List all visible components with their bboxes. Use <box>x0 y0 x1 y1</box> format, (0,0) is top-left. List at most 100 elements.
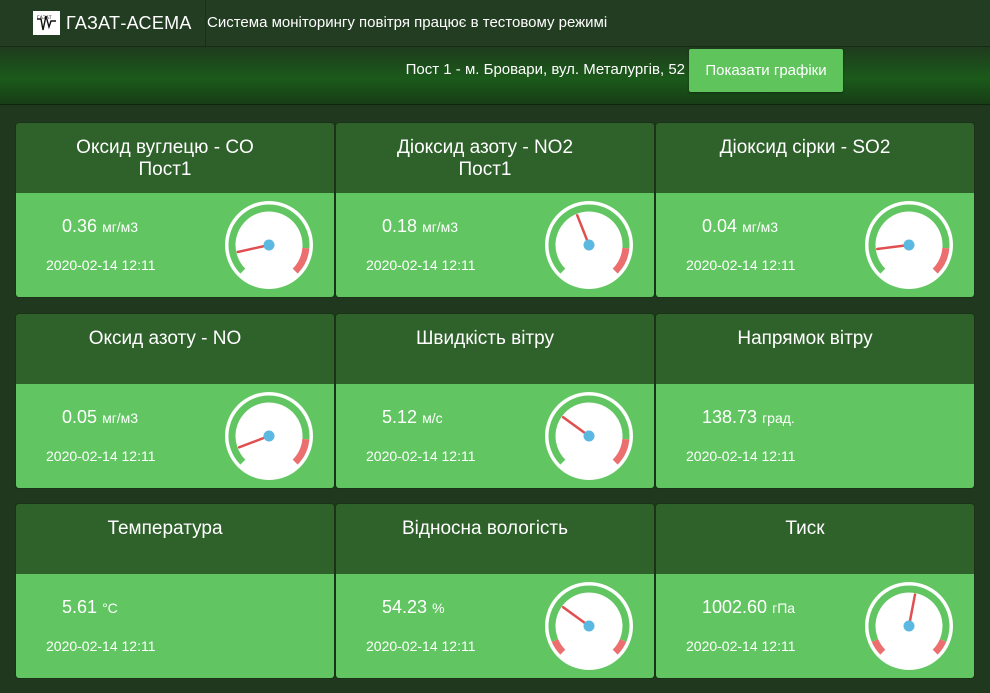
card-body: 1002.60 гПа 2020-02-14 12:11 <box>656 574 974 678</box>
reading-timestamp: 2020-02-14 12:11 <box>686 257 796 273</box>
card-body: 138.73 град. 2020-02-14 12:11 <box>656 384 974 488</box>
card-title-line2: Пост1 <box>138 159 192 180</box>
card-body: 54.23 % 2020-02-14 12:11 <box>336 574 654 678</box>
gauge-hub <box>583 239 595 251</box>
sensor-card: Напрямок вітру 138.73 град. 2020-02-14 12:… <box>656 314 974 488</box>
reading-value: 0.18 <box>382 216 418 236</box>
reading-value: 138.73 <box>702 407 758 427</box>
card-title-line1: Діоксид сірки - SO2 <box>719 137 891 158</box>
card-title: Температура <box>16 518 334 540</box>
card-header: Діоксид сірки - SO2 <box>656 123 974 194</box>
card-title-line1: Напрямок вітру <box>737 328 873 349</box>
reading-timestamp: 2020-02-14 12:11 <box>686 448 796 464</box>
card-title: Діоксид азоту - NO2 Пост1 <box>336 137 654 181</box>
logo-text: ГАЗАТ <box>37 15 52 21</box>
sensor-card: Тиск 1002.60 гПа 2020-02-14 12:11 <box>656 504 974 678</box>
card-header: Температура <box>16 504 334 575</box>
card-title: Оксид азоту - NO <box>16 328 334 350</box>
reading-value: 5.61 <box>62 597 98 617</box>
card-body: 5.12 м/с 2020-02-14 12:11 <box>336 384 654 488</box>
reading-value: 0.05 <box>62 407 98 427</box>
card-title: Напрямок вітру <box>656 328 974 350</box>
card-body: 0.36 мг/м3 2020-02-14 12:11 <box>16 193 334 297</box>
reading: 0.36 мг/м3 <box>62 216 138 237</box>
sensor-card: Температура 5.61 °C 2020-02-14 12:11 <box>16 504 334 678</box>
brand-logo: ГАЗАТ <box>33 11 60 35</box>
sensor-card: Відносна вологість 54.23 % 2020-02-14 12:1… <box>336 504 654 678</box>
sensor-card: Оксид вуглецю - CO Пост1 0.36 мг/м3 2020-02… <box>16 123 334 297</box>
brand-title: ГАЗАТ-АСЕМА <box>66 12 192 33</box>
card-title-line1: Відносна вологість <box>401 518 569 539</box>
card-body: 0.18 мг/м3 2020-02-14 12:11 <box>336 193 654 297</box>
reading-timestamp: 2020-02-14 12:11 <box>366 257 476 273</box>
reading-value: 5.12 <box>382 407 418 427</box>
reading-unit: мг/м3 <box>102 219 139 235</box>
card-title: Діоксид сірки - SO2 <box>656 137 974 159</box>
reading-unit: град. <box>762 410 795 426</box>
card-title: Оксид вуглецю - CO Пост1 <box>16 137 334 181</box>
gauge-hub <box>903 620 915 632</box>
reading: 0.18 мг/м3 <box>382 216 458 237</box>
card-title-line1: Швидкість вітру <box>416 328 554 349</box>
card-body: 0.04 мг/м3 2020-02-14 12:11 <box>656 193 974 297</box>
reading-timestamp: 2020-02-14 12:11 <box>686 638 796 654</box>
sensor-card: Діоксид азоту - NO2 Пост1 0.18 мг/м3 2020-0… <box>336 123 654 297</box>
reading-timestamp: 2020-02-14 12:11 <box>366 448 476 464</box>
reading: 0.04 мг/м3 <box>702 216 778 237</box>
system-notice: Система моніторингу повітря працює в тес… <box>207 14 608 31</box>
reading: 0.05 мг/м3 <box>62 407 138 428</box>
card-title-line1: Температура <box>107 518 223 539</box>
reading-value: 54.23 <box>382 597 428 617</box>
card-header: Оксид азоту - NO <box>16 314 334 385</box>
reading: 5.12 м/с <box>382 407 443 428</box>
chart-logo-icon: ГАЗАТ <box>35 13 58 33</box>
card-title-line1: Діоксид азоту - NO2 <box>396 137 574 158</box>
reading: 54.23 % <box>382 597 445 618</box>
card-body: 5.61 °C 2020-02-14 12:11 <box>16 574 334 678</box>
sensor-card: Швидкість вітру 5.12 м/с 2020-02-14 12:11 <box>336 314 654 488</box>
reading: 138.73 град. <box>702 407 795 428</box>
gauge-hub <box>583 620 595 632</box>
reading-unit: м/с <box>422 410 443 426</box>
reading-timestamp: 2020-02-14 12:11 <box>46 638 156 654</box>
reading-value: 1002.60 <box>702 597 768 617</box>
card-header: Напрямок вітру <box>656 314 974 385</box>
card-header: Оксид вуглецю - CO Пост1 <box>16 123 334 194</box>
card-header: Діоксид азоту - NO2 Пост1 <box>336 123 654 194</box>
gauge-dial <box>545 582 633 670</box>
card-title-line1: Тиск <box>785 518 825 539</box>
card-header: Тиск <box>656 504 974 575</box>
gauge-dial <box>865 582 953 670</box>
post-bar: Пост 1 - м. Бровари, вул. Металургів, 52… <box>0 47 990 105</box>
reading-unit: мг/м3 <box>422 219 459 235</box>
card-title-line1: Оксид азоту - NO <box>88 328 242 349</box>
gauge-hub <box>263 239 275 251</box>
post-location-label: Пост 1 - м. Бровари, вул. Металургів, 52 <box>405 61 685 78</box>
sensor-card: Оксид азоту - NO 0.05 мг/м3 2020-02-14 12:… <box>16 314 334 488</box>
reading-unit: мг/м3 <box>742 219 779 235</box>
gauge-hub <box>903 239 915 251</box>
card-body: 0.05 мг/м3 2020-02-14 12:11 <box>16 384 334 488</box>
show-charts-button[interactable]: Показати графіки <box>689 49 843 92</box>
top-navbar: ГАЗАТ ГАЗАТ-АСЕМА Система моніторингу по… <box>0 0 990 47</box>
card-title-line2: Пост1 <box>458 159 512 180</box>
card-title: Швидкість вітру <box>336 328 654 350</box>
card-header: Швидкість вітру <box>336 314 654 385</box>
gauge-dial <box>545 392 633 480</box>
reading-unit: % <box>432 600 445 616</box>
gauge-dial <box>225 392 313 480</box>
reading-unit: °C <box>102 600 118 616</box>
card-title-line1: Оксид вуглецю - CO <box>76 137 254 158</box>
brand[interactable]: ГАЗАТ ГАЗАТ-АСЕМА <box>0 0 206 46</box>
reading-unit: гПа <box>772 600 796 616</box>
reading-value: 0.04 <box>702 216 738 236</box>
reading-timestamp: 2020-02-14 12:11 <box>46 448 156 464</box>
sensor-card: Діоксид сірки - SO2 0.04 мг/м3 2020-02-14 … <box>656 123 974 297</box>
gauge-hub <box>263 430 275 442</box>
card-header: Відносна вологість <box>336 504 654 575</box>
reading-timestamp: 2020-02-14 12:11 <box>46 257 156 273</box>
gauge-dial <box>225 201 313 289</box>
gauge-dial <box>545 201 633 289</box>
reading-value: 0.36 <box>62 216 98 236</box>
reading-timestamp: 2020-02-14 12:11 <box>366 638 476 654</box>
